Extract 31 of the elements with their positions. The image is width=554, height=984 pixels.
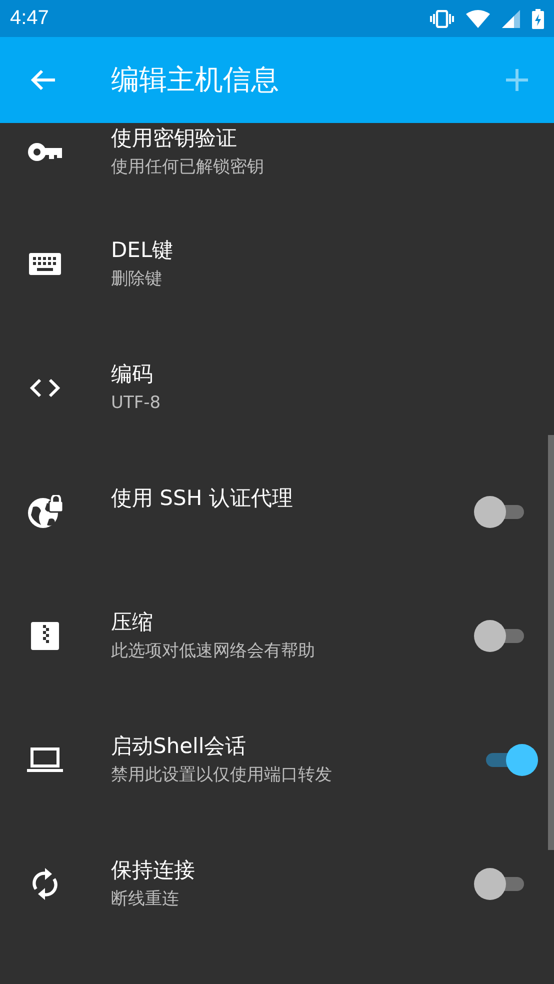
setting-title[interactable]: DEL键 [111, 235, 174, 265]
setting-subtitle: UTF-8 [111, 392, 161, 415]
screen-title: 编辑主机信息 [111, 62, 280, 98]
setting-title[interactable]: 编码 [111, 359, 153, 389]
setting-subtitle: 删除键 [111, 268, 162, 291]
keyboard-icon [28, 253, 60, 275]
setting-title[interactable]: 启动Shell会话 [111, 731, 246, 761]
sync-icon [30, 867, 58, 901]
back-arrow-icon[interactable] [30, 69, 56, 91]
setting-subtitle: 禁用此设置以仅使用端口转发 [111, 764, 332, 787]
toggle-switch[interactable] [474, 868, 526, 900]
setting-title[interactable]: 压缩 [111, 607, 153, 637]
battery-icon [532, 8, 544, 28]
setting-subtitle: 断线重连 [111, 888, 179, 911]
zip-file-icon [30, 622, 58, 650]
status-time: 4:47 [10, 7, 49, 30]
toggle-switch[interactable] [474, 620, 526, 652]
setting-title[interactable]: 保持连接 [111, 855, 195, 885]
laptop-icon [26, 747, 62, 773]
toggle-switch[interactable] [486, 744, 538, 776]
setting-subtitle: 此选项对低速网络会有帮助 [111, 640, 315, 663]
globe-lock-icon [26, 495, 62, 529]
toggle-switch[interactable] [474, 496, 526, 528]
setting-subtitle: 使用任何已解锁密钥 [111, 156, 264, 179]
wifi-icon [466, 10, 490, 28]
key-icon [26, 141, 62, 163]
vibrate-icon [430, 10, 454, 28]
signal-icon [502, 10, 520, 28]
code-icon [28, 378, 60, 398]
setting-title[interactable]: 使用密钥验证 [111, 123, 237, 153]
setting-title[interactable]: 使用 SSH 认证代理 [111, 483, 293, 513]
